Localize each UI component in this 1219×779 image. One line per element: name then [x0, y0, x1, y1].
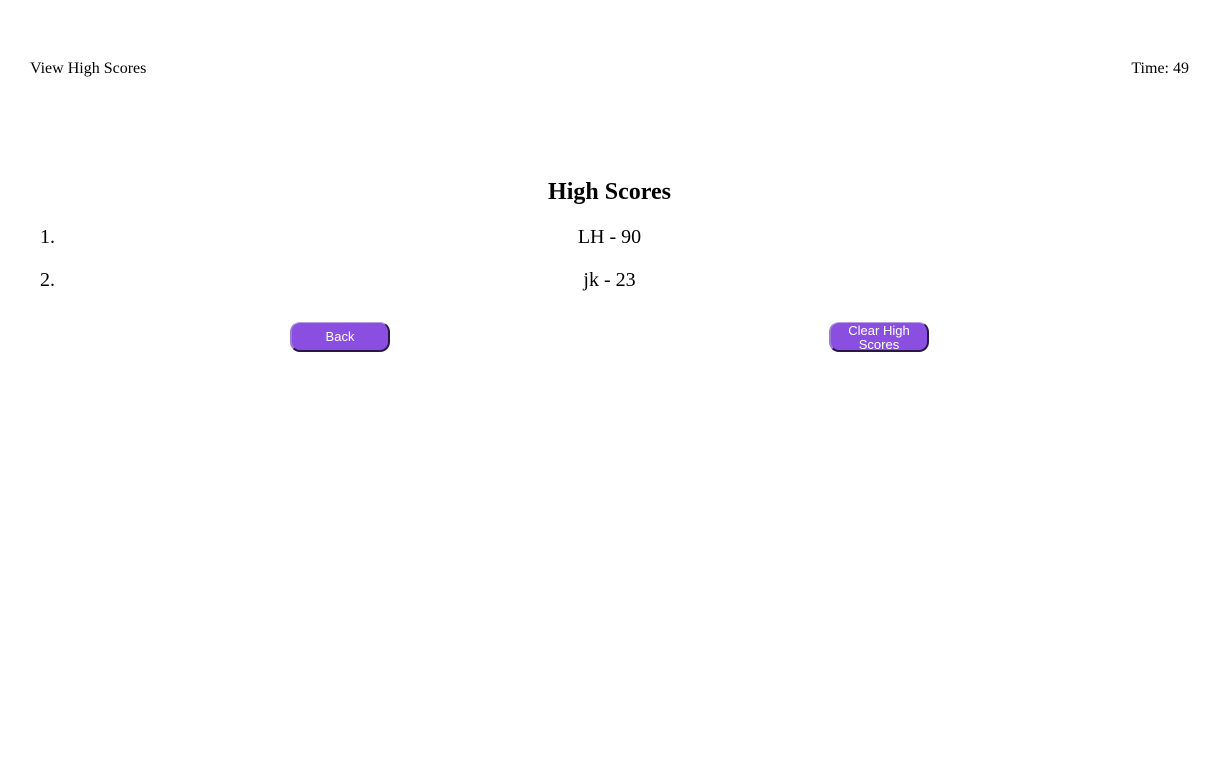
- score-entry: LH - 90: [577, 226, 642, 248]
- high-score-list: 1. LH - 90 2. jk - 23: [0, 222, 1219, 308]
- clear-high-scores-button[interactable]: Clear High Scores: [829, 322, 929, 352]
- list-item: 2. jk - 23: [0, 265, 1219, 308]
- back-button[interactable]: Back: [290, 322, 390, 352]
- timer: Time: 49: [1131, 60, 1189, 77]
- quiz-page: View High Scores Time: 49 High Scores 1.…: [0, 0, 1219, 779]
- view-high-scores-link[interactable]: View High Scores: [30, 60, 146, 78]
- score-entry: jk - 23: [583, 269, 636, 291]
- button-row: Back Clear High Scores: [0, 322, 1219, 354]
- top-bar: View High Scores Time: 49: [30, 58, 1189, 80]
- page-title: High Scores: [548, 179, 671, 205]
- list-item: 1. LH - 90: [0, 222, 1219, 265]
